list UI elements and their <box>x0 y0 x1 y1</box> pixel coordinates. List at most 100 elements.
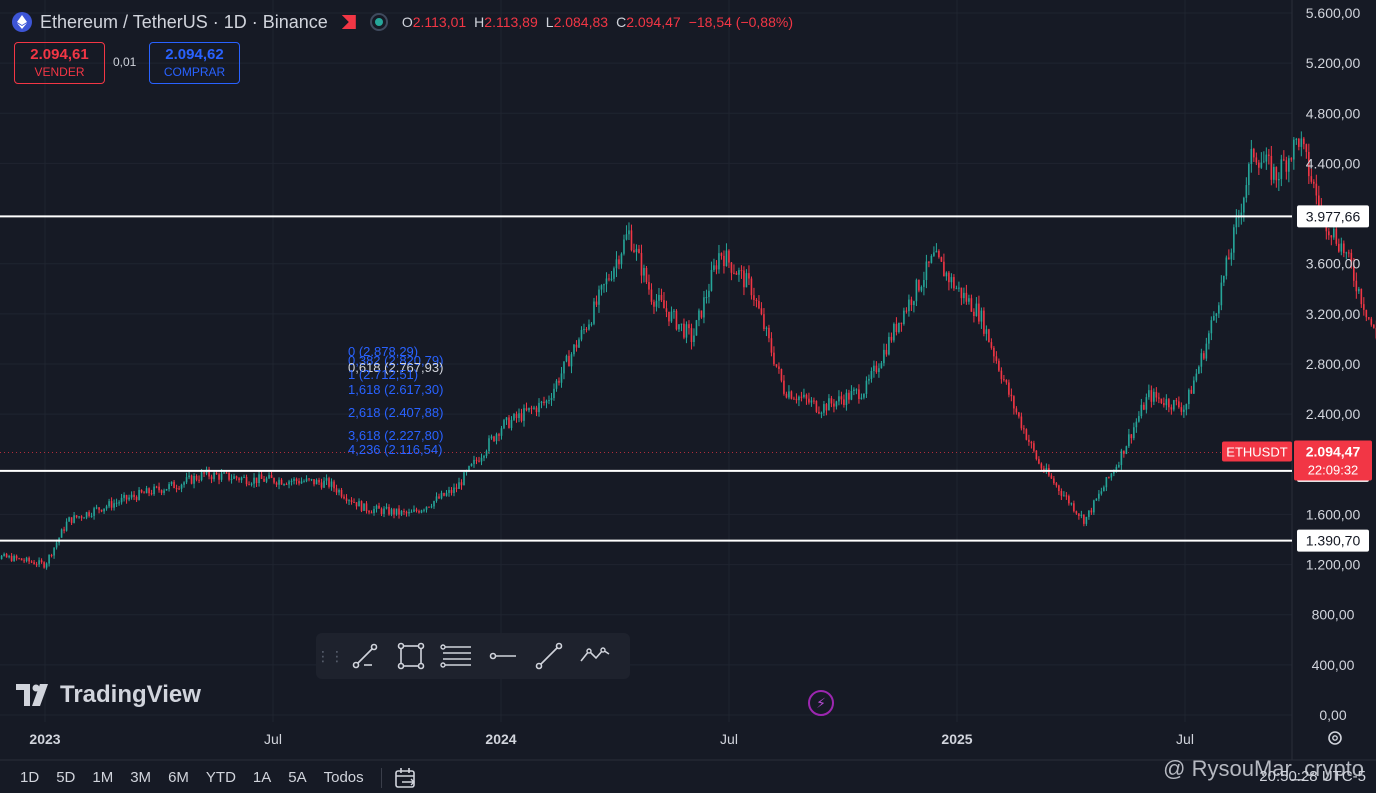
candle-body <box>1078 513 1080 516</box>
range-3m[interactable]: 3M <box>130 769 151 786</box>
candle-body <box>415 509 418 512</box>
candle-body <box>618 259 620 265</box>
candle-body <box>270 475 273 478</box>
candle-body <box>30 561 33 563</box>
candle-body <box>738 270 740 275</box>
sell-button[interactable]: 2.094,61 VENDER <box>14 42 105 84</box>
candle-body <box>385 506 388 509</box>
symbol-title[interactable]: Ethereum / TetherUS · 1D · Binance <box>40 12 328 33</box>
buy-button[interactable]: 2.094,62 COMPRAR <box>149 42 240 84</box>
candle-body <box>1103 487 1105 492</box>
candle-body <box>48 555 50 564</box>
market-status-icon[interactable] <box>369 13 388 31</box>
candle-body <box>53 547 55 556</box>
candle-body <box>63 529 65 531</box>
settings-gear-icon[interactable] <box>1326 729 1344 747</box>
candle-body <box>290 480 293 482</box>
drawing-toolbar[interactable]: ⋮⋮ <box>316 633 630 679</box>
range-todos[interactable]: Todos <box>324 769 364 786</box>
flag-icon[interactable] <box>341 15 356 29</box>
candle-body <box>893 323 895 341</box>
candle-body <box>360 501 363 511</box>
path-tool-icon[interactable] <box>348 639 382 673</box>
candle-body <box>650 289 653 302</box>
candle-body <box>398 508 400 515</box>
range-ytd[interactable]: YTD <box>206 769 236 786</box>
range-5d[interactable]: 5D <box>56 769 75 786</box>
candle-body <box>1053 478 1055 484</box>
price-chart[interactable]: 5.600,00 5.200,00 4.800,00 4.400,00 3.600,00… <box>0 0 1376 793</box>
candle-body <box>1255 157 1258 163</box>
candle-body <box>285 484 288 486</box>
candle-body <box>1343 243 1345 254</box>
x-tick-label: 2024 <box>485 731 516 747</box>
candle-body <box>213 472 215 480</box>
candle-body <box>195 475 198 480</box>
range-5a[interactable]: 5A <box>288 769 306 786</box>
drag-handle-icon[interactable]: ⋮⋮ <box>316 646 344 666</box>
candle-body <box>773 352 775 365</box>
candle-body <box>853 389 855 392</box>
candle-body <box>148 488 150 494</box>
y-tick-label: 2.800,00 <box>1306 356 1361 372</box>
candle-body <box>298 481 300 484</box>
trend-line-icon[interactable] <box>532 639 566 673</box>
candle-body <box>675 310 678 330</box>
price-axis[interactable]: 5.600,00 5.200,00 4.800,00 4.400,00 3.600,00… <box>1306 5 1361 723</box>
candle-body <box>223 472 225 474</box>
candle-body <box>1210 320 1213 334</box>
candle-body <box>965 292 968 302</box>
candle-body <box>980 310 983 322</box>
candle-body <box>953 277 955 289</box>
candle-body <box>603 284 605 286</box>
fib-retracement-icon[interactable] <box>440 639 474 673</box>
candle-body <box>165 489 168 491</box>
candle-body <box>685 324 688 338</box>
candle-body <box>858 389 860 399</box>
candle-body <box>763 314 765 329</box>
candle-body <box>1358 288 1360 292</box>
range-1d[interactable]: 1D <box>20 769 39 786</box>
candle-body <box>775 364 778 367</box>
candle-body <box>28 557 30 562</box>
candle-body <box>150 493 153 495</box>
x-tick-label: 2023 <box>29 731 60 747</box>
candle-body <box>803 394 805 397</box>
candle-body <box>825 404 828 411</box>
candle-body <box>1068 496 1070 504</box>
candle-body <box>108 501 110 507</box>
candle-body <box>728 250 730 263</box>
candle-body <box>1295 138 1298 140</box>
candle-body <box>40 560 43 563</box>
candle-body <box>1193 380 1195 394</box>
candle-body <box>463 472 465 486</box>
candle-body <box>1008 382 1010 395</box>
candle-body <box>1290 158 1293 160</box>
candle-body <box>483 455 485 458</box>
rectangle-tool-icon[interactable] <box>394 639 428 673</box>
polyline-tool-icon[interactable] <box>578 639 612 673</box>
candle-body <box>670 311 673 322</box>
range-1a[interactable]: 1A <box>253 769 271 786</box>
candle-body <box>873 365 875 372</box>
y-tick-label: 2.400,00 <box>1306 406 1361 422</box>
candle-body <box>798 396 800 401</box>
lightning-icon[interactable]: ⚡ <box>808 690 834 716</box>
x-tick-label: Jul <box>1176 731 1194 747</box>
candle-body <box>1203 353 1205 359</box>
candle-body <box>175 488 178 490</box>
date-range-icon[interactable] <box>394 767 418 789</box>
tradingview-logo[interactable]: TradingView <box>16 681 201 709</box>
candle-body <box>345 498 348 501</box>
candle-body <box>380 508 383 514</box>
range-1m[interactable]: 1M <box>92 769 113 786</box>
range-6m[interactable]: 6M <box>168 769 189 786</box>
candle-body <box>413 509 415 512</box>
horizontal-ray-icon[interactable] <box>486 639 520 673</box>
candle-body <box>1365 309 1368 318</box>
spread-value: 0,01 <box>113 55 137 69</box>
candle-body <box>713 265 715 270</box>
candle-body <box>590 323 593 325</box>
candle-body <box>845 392 848 405</box>
candle-body <box>1140 404 1143 417</box>
